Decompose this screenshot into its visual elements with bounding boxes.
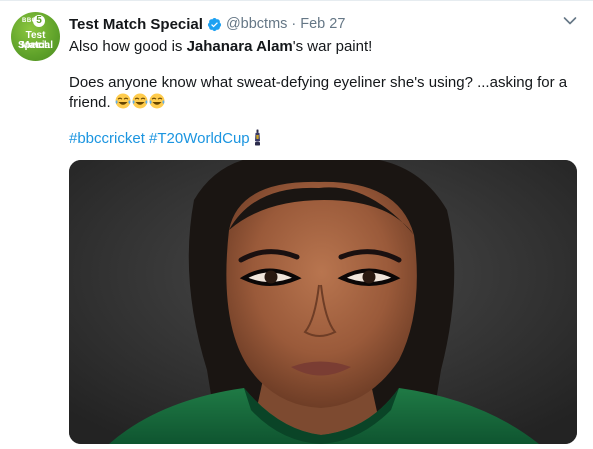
display-name[interactable]: Test Match Special xyxy=(69,16,203,33)
tweet-text-paragraph: Does anyone know what sweat-defying eyel… xyxy=(69,73,579,113)
avatar-line2: Special xyxy=(17,40,54,51)
text-prefix: Also how good is xyxy=(69,38,187,55)
hashtag-t20worldcup[interactable]: #T20WorldCup xyxy=(149,130,250,147)
tears-of-joy-emoji-icon xyxy=(115,93,131,109)
handle[interactable]: @bbctms xyxy=(226,16,287,32)
t20-world-cup-trophy-icon xyxy=(254,129,260,146)
hashtags: #bbccricket #T20WorldCup xyxy=(69,129,579,149)
portrait-image xyxy=(69,160,577,444)
mentioned-name: Jahanara Alam xyxy=(186,38,293,55)
text-suffix: 's war paint! xyxy=(292,38,373,55)
text-line2b-wrap: friend. xyxy=(69,93,579,113)
tears-of-joy-emoji-icon xyxy=(132,93,148,109)
tears-of-joy-emoji-icon xyxy=(149,93,165,109)
text-line2b: friend. xyxy=(69,94,115,111)
tweet-header: Test Match Special @bbctms · Feb 27 xyxy=(69,14,345,34)
verified-badge-icon xyxy=(207,17,221,31)
hashtag-bbccricket[interactable]: #bbccricket xyxy=(69,130,145,147)
tweet[interactable]: BBC 5 Test Match Special Test Match Spec… xyxy=(0,0,593,449)
tweet-photo[interactable] xyxy=(69,160,577,444)
text-line2a: Does anyone know what sweat-defying eyel… xyxy=(69,74,568,91)
tweet-date[interactable]: Feb 27 xyxy=(300,16,345,32)
avatar-five-badge: 5 xyxy=(33,15,45,27)
chevron-down-icon[interactable] xyxy=(563,16,577,26)
tweet-text-line1: Also how good is Jahanara Alam's war pai… xyxy=(69,37,579,57)
avatar[interactable]: BBC 5 Test Match Special xyxy=(11,12,60,61)
separator-dot: · xyxy=(291,16,297,32)
